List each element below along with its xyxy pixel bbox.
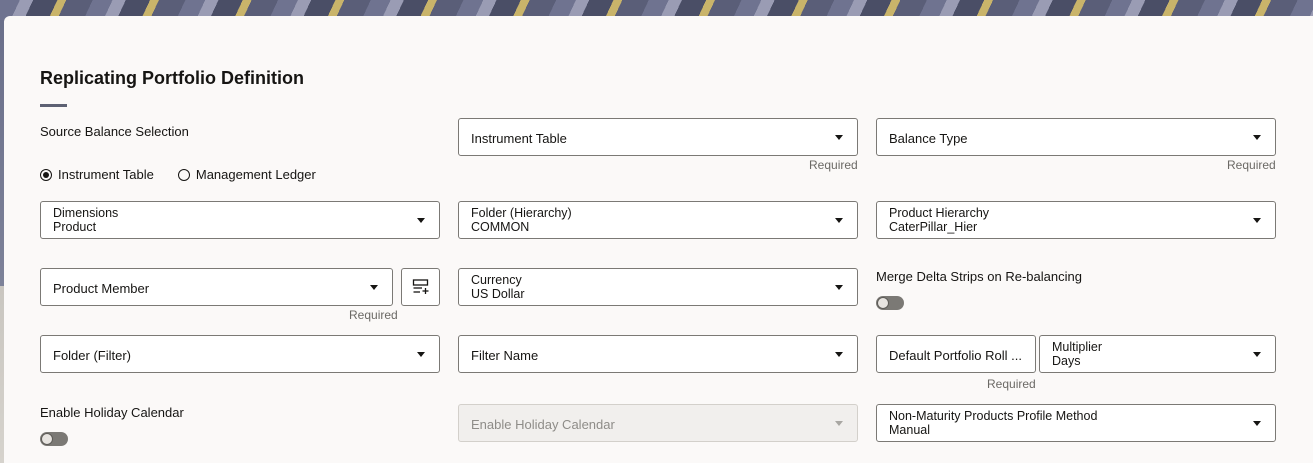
radio-instrument-table[interactable]: Instrument Table <box>40 167 154 182</box>
multiplier-label: Multiplier <box>1052 340 1103 354</box>
radio-management-ledger-label: Management Ledger <box>195 167 316 182</box>
currency-select[interactable]: Currency US Dollar <box>458 268 858 306</box>
chevron-down-icon <box>1253 135 1261 140</box>
product-hierarchy-label: Product Hierarchy <box>889 206 990 220</box>
radio-button-icon[interactable] <box>177 168 190 181</box>
currency-value: US Dollar <box>471 287 525 301</box>
source-balance-label: Source Balance Selection <box>40 124 189 139</box>
content-panel: Replicating Portfolio Definition Source … <box>4 16 1313 463</box>
holiday-calendar-select-label: Enable Holiday Calendar <box>471 417 615 432</box>
radio-button-selected-icon[interactable] <box>40 168 52 181</box>
title-underline <box>40 104 67 107</box>
balance-type-label: Balance Type <box>889 131 968 146</box>
nmp-profile-method-label: Non-Maturity Products Profile Method <box>889 409 1098 423</box>
product-member-select[interactable]: Product Member <box>40 268 393 306</box>
chevron-down-icon <box>835 421 843 426</box>
chevron-down-icon <box>417 218 425 223</box>
product-member-required: Required <box>349 308 398 322</box>
chevron-down-icon <box>1253 421 1261 426</box>
chevron-down-icon <box>417 352 425 357</box>
nmp-profile-method-select[interactable]: Non-Maturity Products Profile Method Man… <box>876 404 1276 442</box>
chevron-down-icon <box>1253 352 1261 357</box>
balance-type-select[interactable]: Balance Type <box>876 118 1276 156</box>
instrument-table-select[interactable]: Instrument Table <box>458 118 858 156</box>
merge-delta-toggle[interactable] <box>876 296 904 310</box>
chevron-down-icon <box>835 285 843 290</box>
currency-label: Currency <box>471 273 522 287</box>
dimensions-select[interactable]: Dimensions Product <box>40 201 440 239</box>
hierarchy-browser-button[interactable] <box>401 268 440 306</box>
filter-name-label: Filter Name <box>471 348 539 363</box>
balance-type-required: Required <box>1227 158 1276 172</box>
holiday-calendar-select: Enable Holiday Calendar <box>458 404 858 442</box>
multiplier-select[interactable]: Multiplier Days <box>1039 335 1276 373</box>
multiplier-value: Days <box>1052 354 1081 368</box>
default-portfolio-roll-label: Default Portfolio Roll ... <box>889 348 1022 363</box>
chevron-down-icon <box>835 352 843 357</box>
product-hierarchy-select[interactable]: Product Hierarchy CaterPillar_Hier <box>876 201 1276 239</box>
instrument-table-label: Instrument Table <box>471 131 567 146</box>
holiday-calendar-toggle-label: Enable Holiday Calendar <box>40 405 184 420</box>
page-title: Replicating Portfolio Definition <box>40 68 304 88</box>
dimensions-value: Product <box>53 220 97 234</box>
folder-filter-select[interactable]: Folder (Filter) <box>40 335 440 373</box>
folder-hierarchy-value: COMMON <box>471 220 530 234</box>
instrument-table-required: Required <box>809 158 858 172</box>
folder-filter-label: Folder (Filter) <box>53 348 132 363</box>
chevron-down-icon <box>835 135 843 140</box>
holiday-calendar-toggle[interactable] <box>40 432 68 446</box>
hierarchy-browser-icon <box>412 279 428 294</box>
folder-hierarchy-label: Folder (Hierarchy) <box>471 206 572 220</box>
chevron-down-icon <box>1253 218 1261 223</box>
dimensions-label: Dimensions <box>53 206 119 220</box>
default-portfolio-roll-required: Required <box>987 377 1036 391</box>
product-hierarchy-value: CaterPillar_Hier <box>889 220 978 234</box>
chevron-down-icon <box>835 218 843 223</box>
default-portfolio-roll-input[interactable]: Default Portfolio Roll ... <box>876 335 1036 373</box>
radio-management-ledger[interactable]: Management Ledger <box>177 167 316 182</box>
folder-hierarchy-select[interactable]: Folder (Hierarchy) COMMON <box>458 201 858 239</box>
filter-name-select[interactable]: Filter Name <box>458 335 858 373</box>
chevron-down-icon <box>370 285 378 290</box>
merge-delta-label: Merge Delta Strips on Re-balancing <box>876 269 1082 284</box>
product-member-label: Product Member <box>53 281 150 296</box>
nmp-profile-method-value: Manual <box>889 423 930 437</box>
source-balance-radio-group: Instrument Table Management Ledger <box>40 167 340 182</box>
radio-instrument-table-label: Instrument Table <box>58 167 154 182</box>
